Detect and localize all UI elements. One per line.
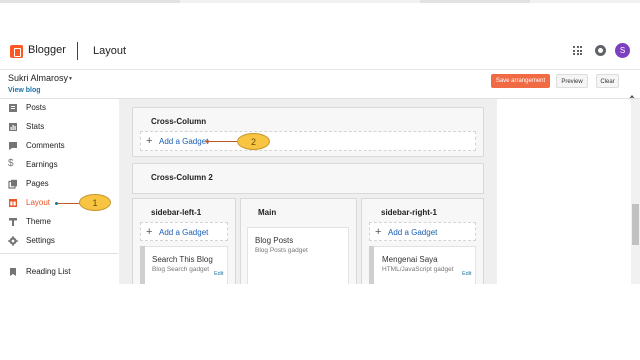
plus-icon: + (375, 226, 382, 238)
settings-icon (8, 236, 18, 246)
sidebar-item-comments[interactable]: Comments (0, 137, 118, 156)
plus-icon: + (146, 226, 153, 238)
sidebar-item-reading-list[interactable]: Reading List (0, 263, 118, 282)
sidebar-item-posts[interactable]: Posts (0, 99, 118, 118)
right-pane (497, 99, 631, 284)
scrollbar-thumb[interactable] (632, 204, 639, 245)
sidebar-item-label: Pages (26, 179, 49, 188)
callout-badge-1: 1 (79, 194, 111, 211)
callout-line (209, 141, 238, 142)
callout-badge-2: 2 (237, 133, 270, 150)
header-divider (77, 42, 78, 60)
brand-name[interactable]: Blogger (28, 44, 66, 56)
page-bottom-area (0, 284, 640, 360)
earnings-icon: $ (8, 158, 14, 169)
edit-link[interactable]: Edit (214, 271, 223, 277)
section-title: sidebar-left-1 (151, 208, 202, 217)
apps-grid-icon[interactable] (573, 46, 582, 55)
callout-line (58, 203, 80, 204)
app-bar-divider (0, 69, 640, 70)
sidebar-item-label: Posts (26, 103, 47, 112)
drag-handle[interactable] (369, 246, 374, 288)
page-title: Layout (93, 45, 127, 57)
section-title: Main (258, 208, 277, 217)
sidebar-item-label: Comments (26, 141, 65, 150)
scrollbar[interactable] (631, 99, 640, 284)
sidebar-item-settings[interactable]: Settings (0, 232, 118, 251)
gadget-title: Blog Posts (255, 236, 294, 245)
layout-icon (9, 199, 17, 207)
blogger-window: Blogger Layout S Sukri Almarosy ▼ View b… (0, 0, 640, 360)
section-title: Cross-Column 2 (151, 173, 213, 182)
drag-handle[interactable] (140, 246, 145, 288)
sidebar-divider (0, 253, 118, 254)
clear-button[interactable]: Clear (596, 74, 619, 88)
edit-link[interactable]: Edit (462, 271, 471, 277)
posts-icon (9, 104, 17, 112)
blogger-logo-icon[interactable] (10, 45, 23, 58)
plus-icon: + (146, 135, 153, 147)
view-blog-link[interactable]: View blog (8, 87, 41, 94)
sidebar-item-label: Layout (26, 198, 51, 207)
notifications-icon[interactable] (595, 45, 606, 56)
sidebar-item-stats[interactable]: Stats (0, 118, 118, 137)
gadget-type: HTML/JavaScript gadget (382, 266, 454, 273)
pages-icon (8, 179, 17, 189)
sidebar-nav: Posts Stats Comments $ Earnings Pages La… (0, 99, 118, 284)
gadget-type: Blog Search gadget (152, 266, 210, 273)
theme-icon (9, 218, 17, 226)
add-gadget-label[interactable]: Add a Gadget (159, 137, 208, 146)
add-gadget-label[interactable]: Add a Gadget (159, 228, 208, 237)
gadget-title: Search This Blog (152, 255, 213, 264)
save-arrangement-button[interactable]: Save arrangement (491, 74, 550, 88)
sidebar-item-label: Earnings (26, 160, 58, 169)
stats-icon (9, 123, 17, 131)
gadget-type: Blog Posts gadget (255, 247, 308, 254)
sidebar-item-earnings[interactable]: $ Earnings (0, 156, 118, 175)
avatar[interactable]: S (615, 43, 630, 58)
sidebar-item-label: Reading List (26, 267, 71, 276)
preview-button[interactable]: Preview (556, 74, 588, 88)
blog-selector[interactable]: Sukri Almarosy (8, 73, 68, 83)
section-title: sidebar-right-1 (381, 208, 438, 217)
browser-top-strip (0, 0, 640, 3)
sidebar-item-theme[interactable]: Theme (0, 213, 118, 232)
comments-icon (9, 142, 17, 150)
sidebar-item-pages[interactable]: Pages (0, 175, 118, 194)
section-title: Cross-Column (151, 117, 207, 126)
sidebar-item-label: Theme (26, 217, 51, 226)
bookmark-icon (10, 268, 16, 276)
sidebar-item-label: Stats (26, 122, 45, 131)
chevron-down-icon[interactable]: ▼ (68, 76, 73, 82)
sidebar-item-label: Settings (26, 236, 55, 245)
add-gadget-label[interactable]: Add a Gadget (388, 228, 437, 237)
gadget-title: Mengenai Saya (382, 255, 438, 264)
